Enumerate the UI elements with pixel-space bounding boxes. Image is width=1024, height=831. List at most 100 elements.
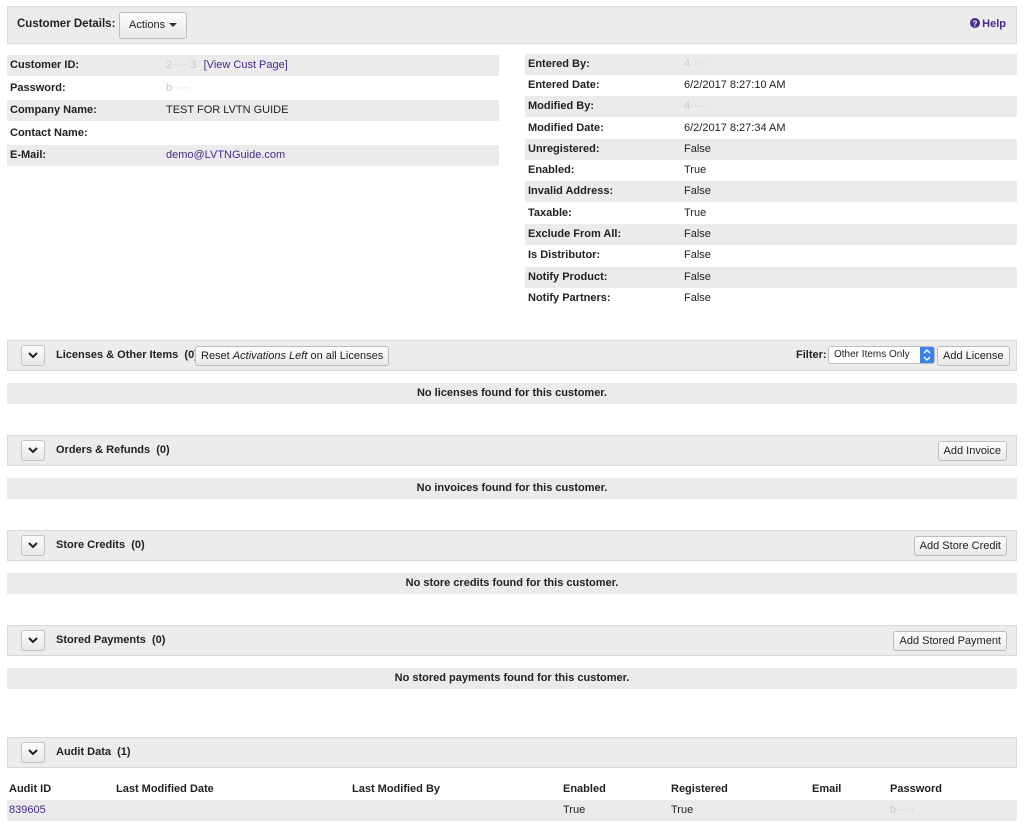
credits-toggle-button[interactable] — [21, 535, 45, 556]
filter-select[interactable]: Other Items Only — [828, 346, 935, 364]
detail-value: 6/2/2017 8:27:34 AM — [684, 122, 786, 134]
detail-unregistered: Unregistered: False — [525, 139, 1017, 160]
detail-entered-date: Entered Date: 6/2/2017 8:27:10 AM — [525, 75, 1017, 96]
filter-select-value: Other Items Only — [834, 349, 910, 360]
detail-label: Password: — [10, 82, 66, 94]
detail-modified-date: Modified Date: 6/2/2017 8:27:34 AM — [525, 118, 1017, 139]
detail-label: Notify Partners: — [528, 292, 611, 304]
section-count: (0) — [152, 634, 166, 646]
detail-value: False — [684, 249, 711, 261]
company-name-value: TEST FOR LVTN GUIDE — [166, 104, 289, 116]
audit-col-last-modified-date: Last Modified Date — [116, 783, 214, 795]
licenses-toggle-button[interactable] — [21, 345, 45, 366]
detail-label: Invalid Address: — [528, 185, 614, 197]
detail-entered-by: Entered By: 4····· — [525, 54, 1017, 75]
audit-col-email: Email — [812, 783, 842, 795]
detail-contact-name: Contact Name: — [7, 123, 499, 144]
section-title-text: Orders & Refunds — [56, 444, 151, 456]
detail-notify-partners: Notify Partners: False — [525, 288, 1017, 309]
add-stored-payment-button[interactable]: Add Stored Payment — [893, 631, 1007, 651]
chevron-down-icon — [28, 447, 38, 454]
section-count: (0) — [156, 444, 170, 456]
help-link[interactable]: ? Help — [970, 18, 1006, 30]
detail-enabled: Enabled: True — [525, 160, 1017, 181]
reset-activations-button[interactable]: Reset Activations Left on all Licenses — [195, 346, 390, 366]
detail-customer-id: Customer ID: 2·····3 [View Cust Page] — [7, 55, 499, 76]
svg-text:?: ? — [973, 19, 978, 28]
detail-label: Taxable: — [528, 207, 572, 219]
detail-label: E-Mail: — [10, 149, 47, 161]
detail-modified-by: Modified By: 4····· — [525, 96, 1017, 117]
orders-title: Orders & Refunds (0) — [56, 436, 170, 465]
licenses-section-header: Licenses & Other Items (0) Reset Activat… — [7, 340, 1017, 371]
audit-col-password: Password — [890, 783, 942, 795]
audit-col-enabled: Enabled — [563, 783, 606, 795]
detail-label: Modified Date: — [528, 122, 604, 134]
detail-value: False — [684, 271, 711, 283]
detail-label: Entered By: — [528, 58, 590, 70]
section-title-text: Licenses & Other Items — [56, 349, 179, 361]
detail-value: False — [684, 143, 711, 155]
question-circle-icon: ? — [970, 18, 981, 28]
audit-registered: True — [671, 804, 694, 816]
detail-company-name: Company Name: TEST FOR LVTN GUIDE — [7, 100, 499, 121]
chevron-down-icon — [28, 542, 38, 549]
reset-em: Activations Left — [232, 350, 308, 362]
orders-section-header: Orders & Refunds (0) Add Invoice — [7, 435, 1017, 466]
audit-enabled: True — [563, 804, 586, 816]
detail-email: E-Mail: demo@LVTNGuide.com — [7, 145, 499, 166]
detail-label: Modified By: — [528, 100, 594, 112]
detail-label: Enabled: — [528, 164, 575, 176]
payments-empty-message: No stored payments found for this custom… — [7, 668, 1017, 689]
payments-toggle-button[interactable] — [21, 630, 45, 651]
table-row — [7, 800, 1017, 821]
orders-toggle-button[interactable] — [21, 440, 45, 461]
detail-value: False — [684, 185, 711, 197]
add-license-button[interactable]: Add License — [937, 346, 1010, 366]
payments-section-header: Stored Payments (0) Add Stored Payment — [7, 625, 1017, 656]
detail-value: True — [684, 164, 707, 176]
detail-invalid-address: Invalid Address: False — [525, 181, 1017, 202]
detail-label: Is Distributor: — [528, 249, 601, 261]
section-title-text: Audit Data — [56, 746, 111, 758]
chevron-down-icon — [28, 749, 38, 756]
section-count: (0) — [131, 539, 145, 551]
password-value: b····· — [166, 82, 191, 94]
add-invoice-button[interactable]: Add Invoice — [937, 441, 1007, 461]
add-store-credit-button[interactable]: Add Store Credit — [913, 536, 1007, 556]
reset-prefix: Reset — [201, 350, 233, 362]
detail-label: Unregistered: — [528, 143, 600, 155]
orders-empty-message: No invoices found for this customer. — [7, 478, 1017, 499]
customer-details-header: Customer Details: Actions ? Help — [7, 6, 1017, 44]
right-details-panel: Entered By: 4····· Entered Date: 6/2/2017 … — [525, 54, 1017, 310]
detail-label: Customer ID: — [10, 59, 80, 71]
detail-taxable: Taxable: True — [525, 203, 1017, 224]
detail-is-distributor: Is Distributor: False — [525, 245, 1017, 266]
audit-section-header: Audit Data (1) — [7, 737, 1017, 768]
detail-label: Notify Product: — [528, 271, 608, 283]
detail-value: False — [684, 228, 711, 240]
reset-suffix: on all Licenses — [307, 350, 384, 362]
credits-title: Store Credits (0) — [56, 531, 145, 560]
detail-value: 6/2/2017 8:27:10 AM — [684, 79, 786, 91]
detail-value: True — [684, 207, 707, 219]
email-link[interactable]: demo@LVTNGuide.com — [166, 145, 285, 166]
detail-notify-product: Notify Product: False — [525, 267, 1017, 288]
audit-password: b····· — [890, 804, 915, 816]
section-title-text: Stored Payments — [56, 634, 146, 646]
section-count: (1) — [117, 746, 131, 758]
chevron-down-icon — [28, 637, 38, 644]
credits-empty-message: No store credits found for this customer… — [7, 573, 1017, 594]
detail-password: Password: b····· — [7, 78, 499, 99]
actions-label: Actions — [129, 19, 166, 31]
audit-col-last-modified-by: Last Modified By — [352, 783, 441, 795]
view-cust-page-link[interactable]: [View Cust Page] — [204, 59, 288, 71]
audit-id-link[interactable]: 839605 — [9, 804, 46, 816]
detail-value-wrap: 2·····3 [View Cust Page] — [166, 55, 288, 76]
audit-toggle-button[interactable] — [21, 742, 45, 763]
actions-button[interactable]: Actions — [119, 12, 188, 39]
detail-label: Company Name: — [10, 104, 97, 116]
licenses-title: Licenses & Other Items (0) — [56, 341, 198, 370]
caret-down-icon — [169, 23, 178, 28]
select-arrows-icon — [920, 347, 934, 363]
